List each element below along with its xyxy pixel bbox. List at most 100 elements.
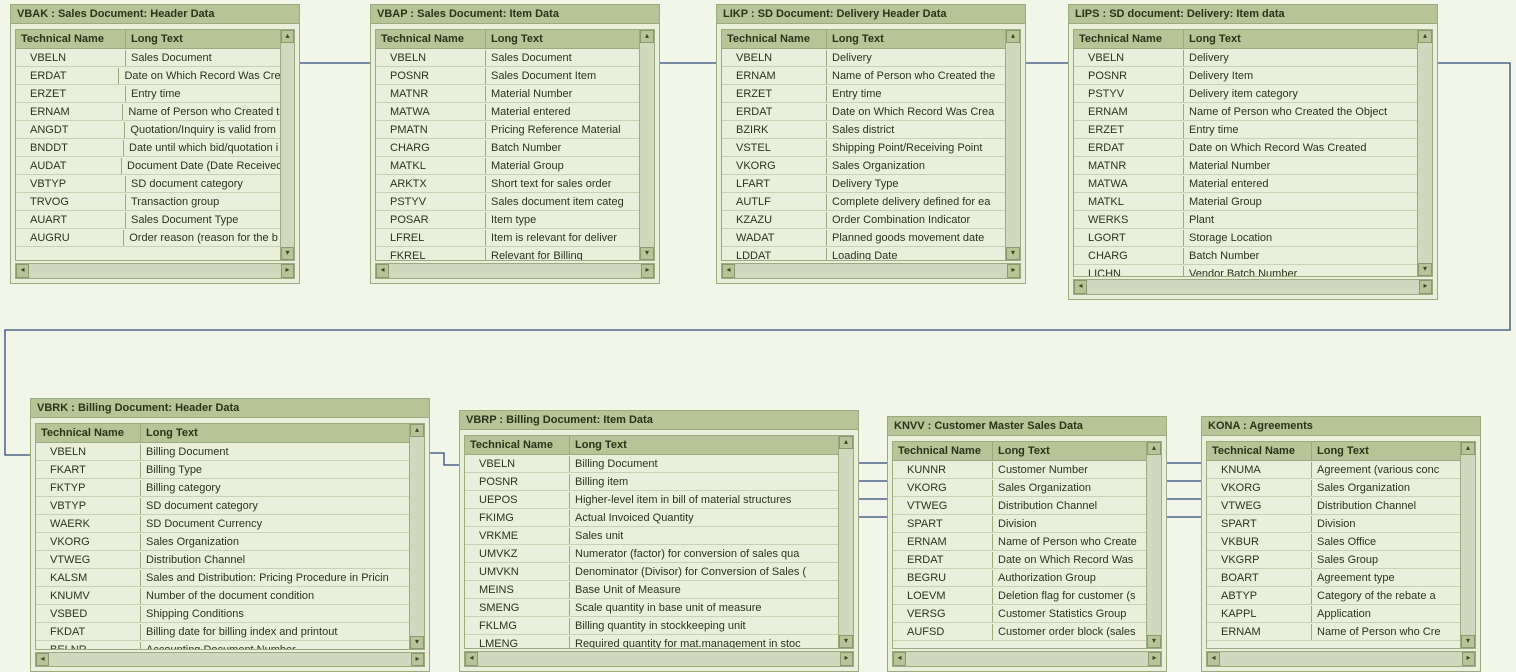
scroll-right-button[interactable]: ▸ [840,652,853,666]
table-row[interactable]: PSTYVSales document item categ [376,193,639,211]
scroll-left-button[interactable]: ◂ [1074,280,1087,294]
table-row[interactable]: UMVKZNumerator (factor) for conversion o… [465,545,838,563]
table-row[interactable]: VBTYPSD document category [16,175,280,193]
table-row[interactable]: MEINSBase Unit of Measure [465,581,838,599]
table-row[interactable]: LFRELItem is relevant for deliver [376,229,639,247]
vertical-scrollbar[interactable]: ▴▾ [409,424,424,649]
table-row[interactable]: ERNAMName of Person who Cre [1207,623,1460,641]
table-row[interactable]: BNDDTDate until which bid/quotation i [16,139,280,157]
table-row[interactable]: VBELNSales Document [16,49,280,67]
scroll-down-button[interactable]: ▾ [281,247,294,260]
table-row[interactable]: ERZETEntry time [16,85,280,103]
scroll-left-button[interactable]: ◂ [465,652,478,666]
vertical-scrollbar[interactable]: ▴▾ [280,30,294,260]
scroll-right-button[interactable]: ▸ [1007,264,1020,278]
vertical-scrollbar[interactable]: ▴▾ [1005,30,1020,260]
table-row[interactable]: MATKLMaterial Group [1074,193,1417,211]
scroll-up-button[interactable]: ▴ [281,30,294,43]
vertical-scrollbar[interactable]: ▴▾ [1460,442,1475,648]
scroll-down-button[interactable]: ▾ [410,636,424,649]
table-row[interactable]: MATNRMaterial Number [1074,157,1417,175]
table-row[interactable]: LMENGRequired quantity for mat.managemen… [465,635,838,648]
table-row[interactable]: BOARTAgreement type [1207,569,1460,587]
table-row[interactable]: AUTLFComplete delivery defined for ea [722,193,1005,211]
horizontal-scrollbar[interactable]: ◂▸ [721,263,1021,279]
table-row[interactable]: VRKMESales unit [465,527,838,545]
table-row[interactable]: MATWAMaterial entered [1074,175,1417,193]
table-row[interactable]: VERSGCustomer Statistics Group [893,605,1146,623]
table-row[interactable]: ABTYPCategory of the rebate a [1207,587,1460,605]
scroll-down-button[interactable]: ▾ [1461,635,1475,648]
table-row[interactable]: KNUMAAgreement (various conc [1207,461,1460,479]
table-row[interactable]: AUFSDCustomer order block (sales [893,623,1146,641]
table-row[interactable]: POSNRSales Document Item [376,67,639,85]
table-row[interactable]: VTWEGDistribution Channel [893,497,1146,515]
horizontal-scrollbar[interactable]: ◂▸ [464,651,854,667]
table-row[interactable]: KNUMVNumber of the document condition [36,587,409,605]
scroll-up-button[interactable]: ▴ [640,30,654,43]
scroll-right-button[interactable]: ▸ [411,653,424,666]
scroll-down-button[interactable]: ▾ [1006,247,1020,260]
scroll-left-button[interactable]: ◂ [376,264,389,278]
table-row[interactable]: FKIMGActual Invoiced Quantity [465,509,838,527]
table-row[interactable]: VKORGSales Organization [893,479,1146,497]
table-row[interactable]: VSTELShipping Point/Receiving Point [722,139,1005,157]
scroll-left-button[interactable]: ◂ [1207,652,1220,666]
table-row[interactable]: BELNRAccounting Document Number [36,641,409,649]
table-row[interactable]: PMATNPricing Reference Material [376,121,639,139]
table-row[interactable]: VTWEGDistribution Channel [36,551,409,569]
table-row[interactable]: ANGDTQuotation/Inquiry is valid from [16,121,280,139]
table-row[interactable]: AUARTSales Document Type [16,211,280,229]
scroll-up-button[interactable]: ▴ [1147,442,1161,455]
scroll-down-button[interactable]: ▾ [1418,263,1432,276]
table-row[interactable]: POSARItem type [376,211,639,229]
scroll-down-button[interactable]: ▾ [839,635,853,648]
scroll-right-button[interactable]: ▸ [1462,652,1475,666]
table-row[interactable]: ERDATDate on Which Record Was [893,551,1146,569]
scroll-left-button[interactable]: ◂ [36,653,49,666]
table-row[interactable]: UEPOSHigher-level item in bill of materi… [465,491,838,509]
table-row[interactable]: ERDATDate on Which Record Was Crea [16,67,280,85]
table-row[interactable]: ERZETEntry time [722,85,1005,103]
vertical-scrollbar[interactable]: ▴▾ [639,30,654,260]
table-row[interactable]: CHARGBatch Number [1074,247,1417,265]
scroll-up-button[interactable]: ▴ [1461,442,1475,455]
table-row[interactable]: MATKLMaterial Group [376,157,639,175]
scroll-down-button[interactable]: ▾ [640,247,654,260]
horizontal-scrollbar[interactable]: ◂▸ [35,652,425,667]
table-row[interactable]: FKARTBilling Type [36,461,409,479]
table-row[interactable]: SPARTDivision [893,515,1146,533]
scroll-right-button[interactable]: ▸ [641,264,654,278]
table-row[interactable]: VSBEDShipping Conditions [36,605,409,623]
table-row[interactable]: MATNRMaterial Number [376,85,639,103]
table-row[interactable]: VBELNBilling Document [36,443,409,461]
table-row[interactable]: BZIRKSales district [722,121,1005,139]
scroll-up-button[interactable]: ▴ [1006,30,1020,43]
table-row[interactable]: ERDATDate on Which Record Was Created [1074,139,1417,157]
table-row[interactable]: SMENGScale quantity in base unit of meas… [465,599,838,617]
table-row[interactable]: KZAZUOrder Combination Indicator [722,211,1005,229]
table-row[interactable]: VBELNDelivery [722,49,1005,67]
table-row[interactable]: ERZETEntry time [1074,121,1417,139]
table-row[interactable]: LOEVMDeletion flag for customer (s [893,587,1146,605]
table-row[interactable]: VKORGSales Organization [1207,479,1460,497]
table-row[interactable]: ERDATDate on Which Record Was Crea [722,103,1005,121]
table-row[interactable]: FKTYPBilling category [36,479,409,497]
table-row[interactable]: WAERKSD Document Currency [36,515,409,533]
table-row[interactable]: BEGRUAuthorization Group [893,569,1146,587]
table-row[interactable]: TRVOGTransaction group [16,193,280,211]
table-row[interactable]: KALSMSales and Distribution: Pricing Pro… [36,569,409,587]
table-row[interactable]: KAPPLApplication [1207,605,1460,623]
scroll-right-button[interactable]: ▸ [1148,652,1161,666]
table-row[interactable]: ERNAMName of Person who Created the [722,67,1005,85]
table-row[interactable]: LGORTStorage Location [1074,229,1417,247]
table-row[interactable]: VBELNSales Document [376,49,639,67]
table-row[interactable]: VKORGSales Organization [722,157,1005,175]
vertical-scrollbar[interactable]: ▴▾ [1146,442,1161,648]
table-row[interactable]: POSNRDelivery Item [1074,67,1417,85]
table-row[interactable]: FKRELRelevant for Billing [376,247,639,260]
scroll-down-button[interactable]: ▾ [1147,635,1161,648]
table-row[interactable]: MATWAMaterial entered [376,103,639,121]
scroll-up-button[interactable]: ▴ [410,424,424,437]
scroll-left-button[interactable]: ◂ [893,652,906,666]
